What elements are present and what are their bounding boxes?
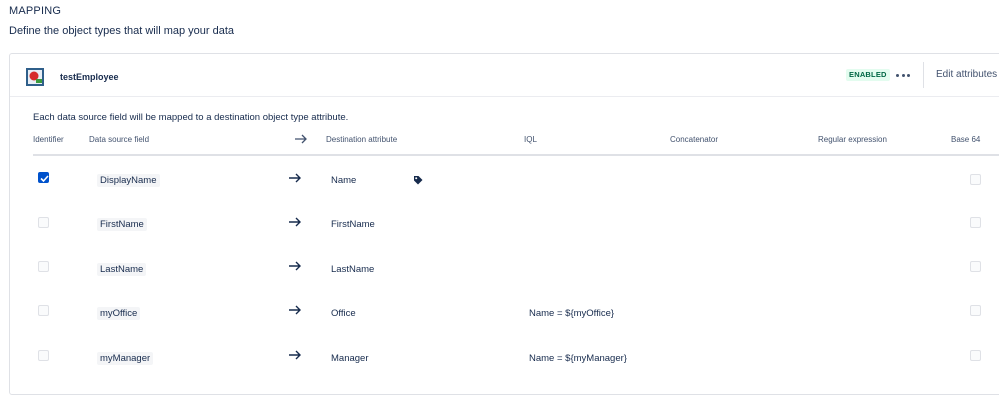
base64-checkbox[interactable] <box>970 305 981 316</box>
section-description: Define the object types that will map yo… <box>9 25 235 37</box>
status-badge: ENABLED <box>846 69 890 81</box>
identifier-checkbox[interactable] <box>38 217 49 228</box>
arrow-right-icon <box>289 305 301 315</box>
destination-attribute[interactable]: LastName <box>331 264 374 275</box>
section-title: MAPPING <box>9 5 62 17</box>
column-header-base64: Base 64 <box>951 135 981 144</box>
base64-checkbox[interactable] <box>970 261 981 272</box>
base64-checkbox[interactable] <box>970 350 981 361</box>
identifier-checkbox[interactable] <box>38 261 49 272</box>
destination-attribute[interactable]: Name <box>331 175 356 186</box>
column-header-identifier: Identifier <box>33 135 64 144</box>
source-field[interactable]: LastName <box>97 263 147 276</box>
object-type-name: testEmployee <box>60 72 119 82</box>
column-header-source: Data source field <box>89 135 150 144</box>
column-header-regex: Regular expression <box>818 135 887 144</box>
identifier-checkbox[interactable] <box>38 172 49 183</box>
destination-attribute[interactable]: Manager <box>331 353 369 364</box>
arrow-right-icon <box>289 350 301 360</box>
header-divider <box>923 62 924 88</box>
arrow-right-icon <box>289 173 301 183</box>
base64-checkbox[interactable] <box>970 174 981 185</box>
source-field[interactable]: FirstName <box>97 218 147 231</box>
object-type-card: testEmployee ENABLED Edit attributes Eac… <box>9 53 999 395</box>
object-type-header[interactable]: testEmployee ENABLED Edit attributes <box>10 54 999 97</box>
destination-attribute[interactable]: Office <box>331 308 356 319</box>
table-row: myManager Manager Name = ${myManager} <box>10 335 999 379</box>
mapping-note: Each data source field will be mapped to… <box>33 112 349 123</box>
base64-checkbox[interactable] <box>970 217 981 228</box>
arrow-right-icon <box>295 134 307 144</box>
column-header-destination: Destination attribute <box>326 135 398 144</box>
identifier-checkbox[interactable] <box>38 305 49 316</box>
arrow-right-icon <box>289 261 301 271</box>
source-field[interactable]: myManager <box>97 352 154 365</box>
source-field[interactable]: myOffice <box>97 307 141 320</box>
table-header-divider <box>33 154 999 156</box>
table-row: LastName LastName <box>10 247 999 291</box>
table-row: DisplayName Name <box>10 158 999 202</box>
table-row: FirstName FirstName <box>10 203 999 247</box>
destination-attribute[interactable]: FirstName <box>331 219 375 230</box>
identifier-checkbox[interactable] <box>38 350 49 361</box>
arrow-right-icon <box>289 217 301 227</box>
source-field[interactable]: DisplayName <box>97 174 160 187</box>
column-header-iql: IQL <box>524 135 537 144</box>
edit-attributes-button[interactable]: Edit attributes <box>936 69 997 80</box>
employee-badge-icon <box>26 68 44 86</box>
iql-value[interactable]: Name = ${myManager} <box>529 353 627 364</box>
column-header-concatenator: Concatenator <box>670 135 719 144</box>
table-row: myOffice Office Name = ${myOffice} <box>10 291 999 335</box>
more-options-icon[interactable] <box>895 70 911 80</box>
iql-value[interactable]: Name = ${myOffice} <box>529 308 614 319</box>
label-tag-icon <box>414 176 423 185</box>
